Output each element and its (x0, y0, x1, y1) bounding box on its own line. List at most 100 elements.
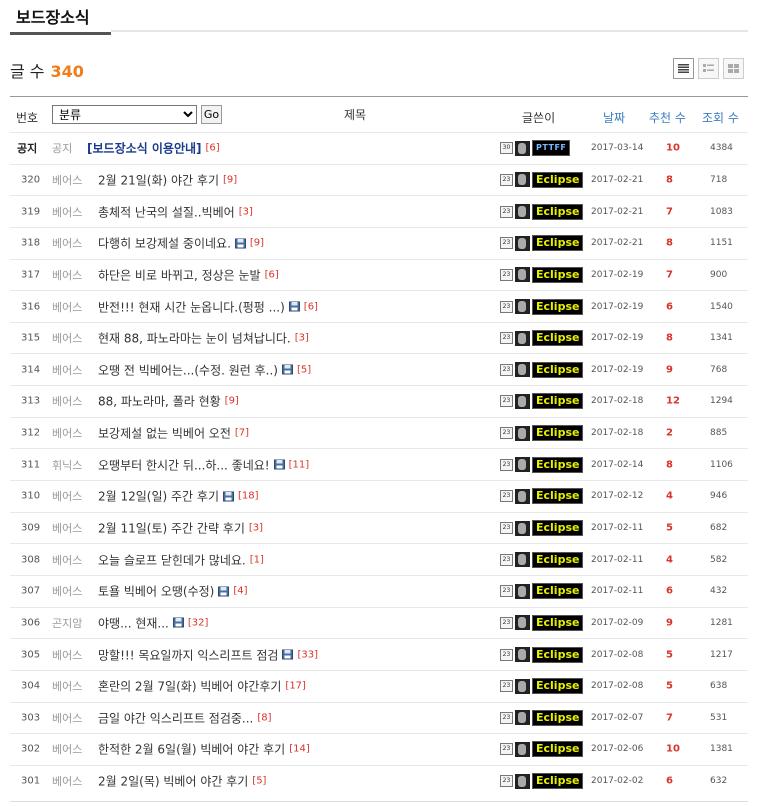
go-button[interactable]: Go (201, 105, 222, 124)
post-writer[interactable]: 23 Eclipse (500, 361, 584, 378)
post-category[interactable]: 휘닉스 (52, 457, 82, 473)
writer-nickname[interactable]: Eclipse (532, 520, 584, 536)
writer-nickname[interactable]: Eclipse (532, 709, 584, 726)
post-writer[interactable]: 23 Eclipse (500, 678, 584, 695)
post-title-link[interactable]: 망할!!! 목요일까지 익스리프트 점검 (98, 646, 278, 663)
post-category[interactable]: 베어스 (52, 741, 82, 757)
comment-count[interactable]: [6] (265, 269, 279, 280)
comment-count[interactable]: [9] (250, 238, 264, 249)
gallery-view-icon[interactable] (723, 58, 744, 79)
post-writer[interactable]: 23 Eclipse (500, 520, 584, 536)
post-title-link[interactable]: 혼란의 2월 7일(화) 빅베어 야간후기 (98, 678, 281, 695)
writer-nickname[interactable]: Eclipse (532, 171, 584, 188)
post-title-link[interactable]: 금일 야간 익스리프트 점검중... (98, 709, 253, 726)
writer-nickname[interactable]: Eclipse (532, 361, 584, 378)
category-select[interactable]: 분류 (52, 105, 197, 124)
post-category[interactable]: 베어스 (52, 552, 82, 568)
post-writer[interactable]: 23 Eclipse (500, 456, 584, 473)
post-title-link[interactable]: 2월 2일(목) 빅베어 야간 후기 (98, 773, 248, 790)
post-title-link[interactable]: 2월 12일(일) 주간 후기 (98, 488, 219, 505)
writer-nickname[interactable]: Eclipse (532, 456, 584, 473)
notice-writer[interactable]: 30 PTTFF (500, 140, 571, 157)
post-title-link[interactable]: 반전!!! 현재 시간 눈옵니다.(펑펑 ...) (98, 298, 285, 315)
comment-count[interactable]: [32] (188, 617, 209, 628)
post-writer[interactable]: 23 Eclipse (500, 171, 584, 188)
post-title-link[interactable]: 보강제설 없는 빅베어 오전 (98, 425, 231, 442)
writer-nickname[interactable]: PTTFF (532, 140, 571, 157)
notice-title-link[interactable]: [보드장소식 이용안내] (87, 140, 202, 157)
writer-nickname[interactable]: Eclipse (532, 614, 584, 631)
comment-count[interactable]: [4] (233, 586, 247, 597)
webzine-view-icon[interactable] (698, 58, 719, 79)
comment-count[interactable]: [1] (250, 554, 264, 565)
post-title-link[interactable]: 88, 파노라마, 폴라 현황 (98, 393, 221, 410)
writer-nickname[interactable]: Eclipse (532, 425, 584, 442)
post-writer[interactable]: 23 Eclipse (500, 298, 584, 315)
post-title-link[interactable]: 다행히 보강제설 중이네요. (98, 235, 231, 252)
header-recommend[interactable]: 추천 수 (649, 109, 686, 126)
post-category[interactable]: 베어스 (52, 678, 82, 694)
post-category[interactable]: 베어스 (52, 647, 82, 663)
post-writer[interactable]: 23 Eclipse (500, 203, 584, 220)
post-writer[interactable]: 23 Eclipse (500, 741, 584, 758)
post-writer[interactable]: 23 Eclipse (500, 551, 584, 568)
header-date[interactable]: 날짜 (603, 109, 625, 126)
writer-nickname[interactable]: Eclipse (532, 488, 584, 505)
post-title-link[interactable]: 오땡 전 빅베어는...(수정. 원런 후..) (98, 361, 278, 378)
post-writer[interactable]: 23 Eclipse (500, 425, 584, 442)
post-category[interactable]: 베어스 (52, 330, 82, 346)
writer-nickname[interactable]: Eclipse (532, 330, 584, 347)
post-title-link[interactable]: 2월 11일(토) 주간 간략 후기 (98, 520, 245, 537)
comment-count[interactable]: [9] (225, 396, 239, 407)
post-writer[interactable]: 23 Eclipse (500, 488, 584, 505)
post-writer[interactable]: 23 Eclipse (500, 235, 584, 252)
writer-nickname[interactable]: Eclipse (532, 235, 584, 252)
comment-count[interactable]: [33] (297, 649, 318, 660)
comment-count[interactable]: [18] (238, 491, 259, 502)
post-title-link[interactable]: 야땡... 현재... (98, 614, 169, 631)
writer-nickname[interactable]: Eclipse (532, 741, 584, 758)
post-category[interactable]: 베어스 (52, 204, 82, 220)
comment-count[interactable]: [5] (252, 776, 266, 787)
comment-count[interactable]: [14] (289, 744, 310, 755)
writer-nickname[interactable]: Eclipse (532, 203, 584, 220)
comment-count[interactable]: [3] (239, 206, 253, 217)
post-title-link[interactable]: 오땡부터 한시간 뒤...하... 좋네요! (98, 456, 270, 473)
post-title-link[interactable]: 토욜 빅베어 오땡(수정) (98, 583, 214, 600)
post-writer[interactable]: 23 Eclipse (500, 393, 584, 410)
writer-nickname[interactable]: Eclipse (532, 773, 584, 790)
comment-count[interactable]: [11] (289, 459, 310, 470)
post-category[interactable]: 베어스 (52, 172, 82, 188)
comment-count[interactable]: [3] (295, 333, 309, 344)
writer-nickname[interactable]: Eclipse (532, 583, 584, 600)
post-category[interactable]: 베어스 (52, 235, 82, 251)
post-title-link[interactable]: 현재 88, 파노라마는 눈이 넘쳐납니다. (98, 330, 291, 347)
writer-nickname[interactable]: Eclipse (532, 646, 584, 663)
post-writer[interactable]: 23 Eclipse (500, 614, 584, 631)
comment-count[interactable]: [7] (235, 428, 249, 439)
writer-nickname[interactable]: Eclipse (532, 298, 584, 315)
post-category[interactable]: 베어스 (52, 299, 82, 315)
post-title-link[interactable]: 총체적 난국의 설질..빅베어 (98, 203, 235, 220)
comment-count[interactable]: [8] (257, 712, 271, 723)
post-category[interactable]: 베어스 (52, 362, 82, 378)
writer-nickname[interactable]: Eclipse (532, 678, 584, 695)
post-title-link[interactable]: 한적한 2월 6일(월) 빅베어 야간 후기 (98, 741, 285, 758)
post-category[interactable]: 곤지암 (52, 615, 82, 631)
post-writer[interactable]: 23 Eclipse (500, 330, 584, 347)
comment-count[interactable]: [5] (297, 364, 311, 375)
post-writer[interactable]: 23 Eclipse (500, 266, 584, 283)
post-category[interactable]: 베어스 (52, 488, 82, 504)
post-category[interactable]: 베어스 (52, 773, 82, 789)
post-category[interactable]: 베어스 (52, 267, 82, 283)
list-view-icon[interactable] (673, 58, 694, 79)
post-writer[interactable]: 23 Eclipse (500, 773, 584, 790)
post-writer[interactable]: 23 Eclipse (500, 646, 584, 663)
post-category[interactable]: 베어스 (52, 520, 82, 536)
post-title-link[interactable]: 2월 21일(화) 야간 후기 (98, 171, 219, 188)
writer-nickname[interactable]: Eclipse (532, 266, 584, 283)
post-title-link[interactable]: 하단은 비로 바뀌고, 정상은 눈발 (98, 266, 261, 283)
notice-comment-count[interactable]: [6] (206, 143, 220, 154)
comment-count[interactable]: [9] (223, 174, 237, 185)
post-category[interactable]: 베어스 (52, 710, 82, 726)
